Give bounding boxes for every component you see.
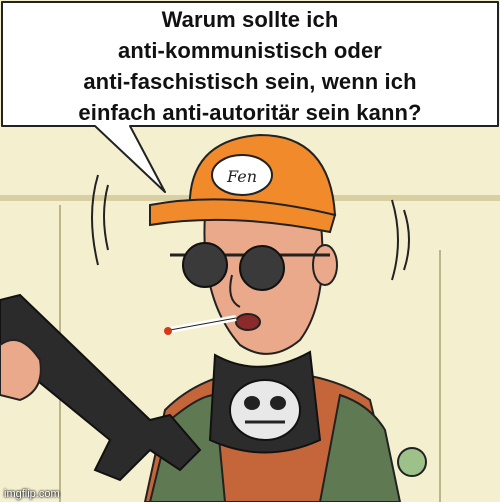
speech-line-4: einfach anti-autoritär sein kann?: [78, 100, 422, 125]
watermark: imgflip.com: [4, 488, 60, 500]
speech-bubble-text: Warum sollte ich anti-kommunistisch oder…: [6, 4, 494, 128]
skull-gaiter: [208, 350, 322, 454]
speech-line-3: anti-faschistisch sein, wenn ich: [83, 69, 417, 94]
speech-line-1: Warum sollte ich: [161, 7, 339, 32]
meme-panel: Fen Warum sollte ich anti-kommunistisch …: [0, 0, 500, 502]
speech-line-2: anti-kommunistisch oder: [118, 38, 382, 63]
cap-patch-text: Fen: [226, 167, 257, 186]
